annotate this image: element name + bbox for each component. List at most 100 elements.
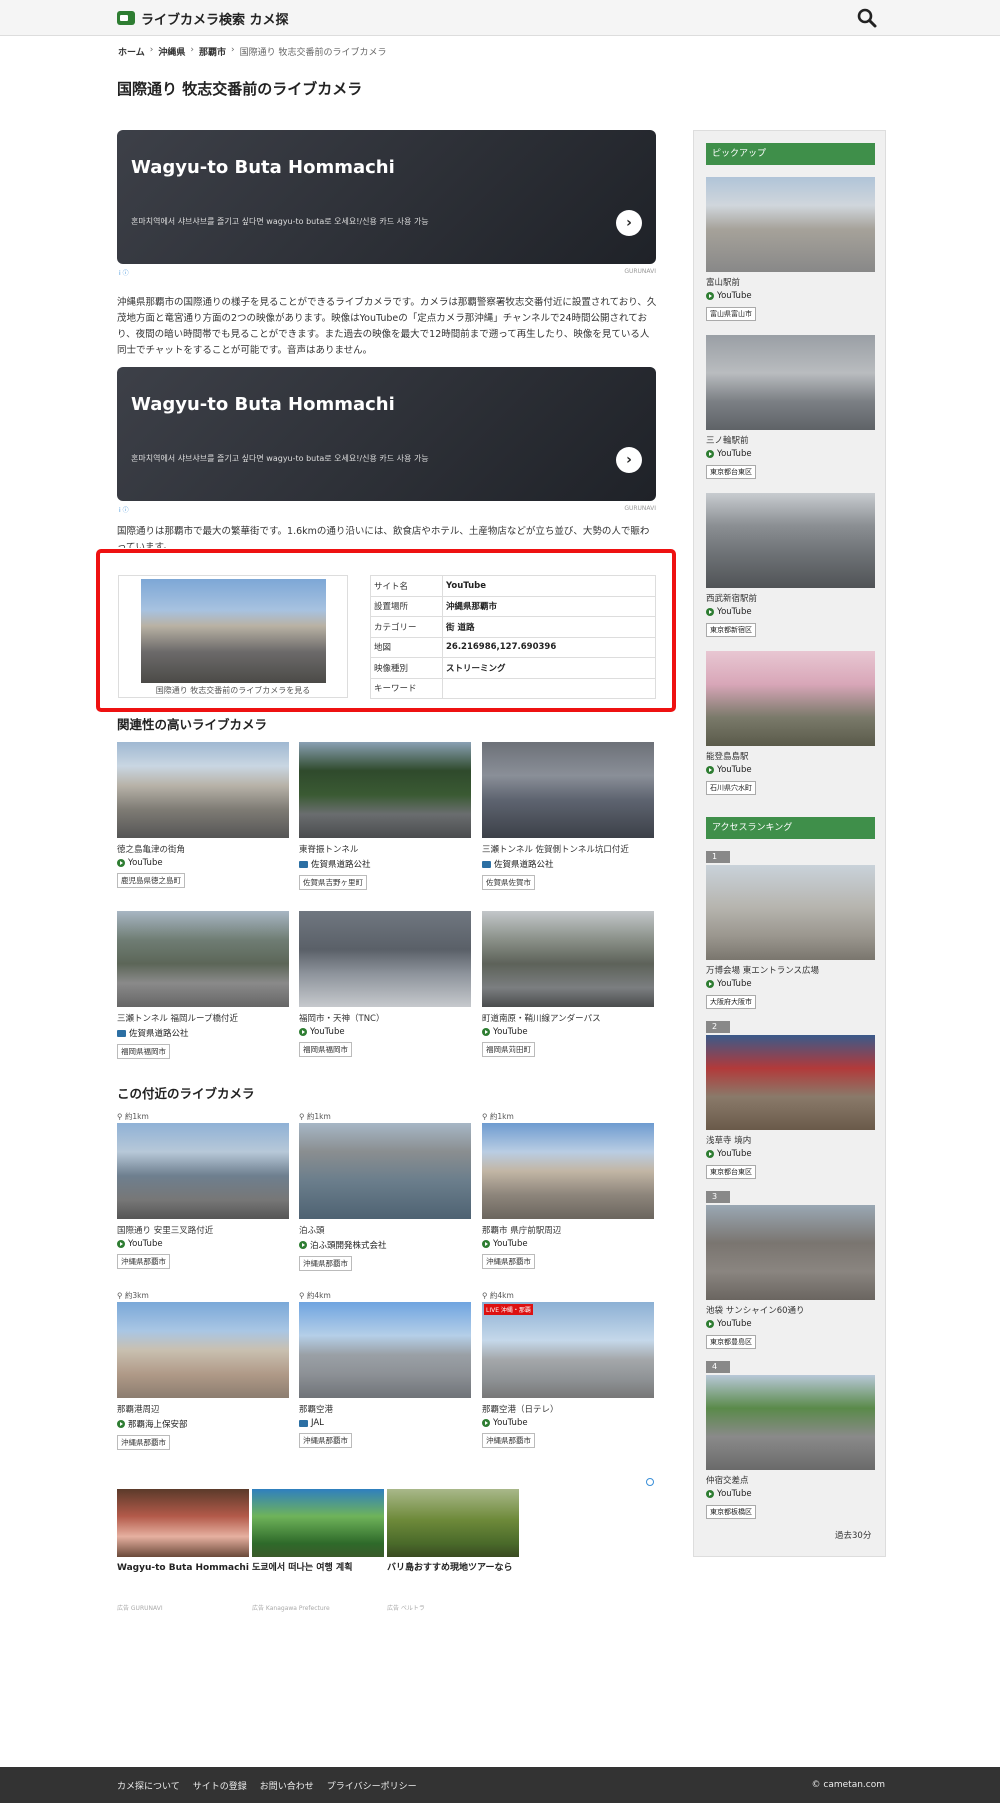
sidebar-camera-card[interactable]: 三ノ輪駅前 YouTube 東京都台東区 bbox=[706, 335, 875, 479]
location-tag[interactable]: 東京都台東区 bbox=[706, 1165, 756, 1179]
camera-thumbnail-link[interactable]: 国際通り 牧志交番前のライブカメラを見る bbox=[118, 575, 348, 698]
sidebar-camera-card[interactable]: 2 浅草寺 境内 YouTube 東京都台東区 bbox=[706, 1021, 875, 1179]
camera-name[interactable]: 池袋 サンシャイン60通り bbox=[706, 1304, 875, 1316]
search-icon[interactable] bbox=[856, 7, 878, 29]
breadcrumb-prefecture[interactable]: 沖縄県 bbox=[158, 45, 185, 58]
location-tag[interactable]: 沖縄県那覇市 bbox=[482, 1433, 535, 1448]
sidebar-camera-card[interactable]: 能登島島駅 YouTube 石川県穴水町 bbox=[706, 651, 875, 795]
recommendation-image[interactable] bbox=[117, 1489, 249, 1557]
location-tag[interactable]: 石川県穴水町 bbox=[706, 781, 756, 795]
ad-banner[interactable]: Wagyu-to Buta Hommachi 혼마치역에서 샤브샤브를 즐기고 … bbox=[117, 367, 656, 501]
camera-card[interactable]: 福岡市・天神（TNC） YouTube 福岡県福岡市 bbox=[299, 911, 471, 1057]
location-tag[interactable]: 東京都新宿区 bbox=[706, 623, 756, 637]
camera-card[interactable]: ⚲ 約4km LIVE 沖縄・那覇 那覇空港（日テレ） YouTube 沖縄県那覇市 bbox=[482, 1290, 654, 1448]
camera-name[interactable]: 那覇空港 bbox=[299, 1403, 471, 1415]
footer-link[interactable]: プライバシーポリシー bbox=[327, 1779, 417, 1792]
camera-card[interactable]: ⚲ 約3km 那覇港周辺 那覇海上保安部 沖縄県那覇市 bbox=[117, 1290, 289, 1450]
camera-name[interactable]: 三瀬トンネル 福岡ループ橋付近 bbox=[117, 1012, 289, 1024]
camera-card[interactable]: ⚲ 約1km 泊ふ頭 泊ふ頭開発株式会社 沖縄県那覇市 bbox=[299, 1111, 471, 1271]
ad-info-icon[interactable]: i ⓘ bbox=[119, 505, 129, 514]
sidebar-camera-card[interactable]: 4 仲宿交差点 YouTube 東京都板橋区 bbox=[706, 1361, 875, 1519]
location-tag[interactable]: 福岡県苅田町 bbox=[482, 1042, 535, 1057]
recommendation-image[interactable] bbox=[252, 1489, 384, 1557]
breadcrumb-home[interactable]: ホーム bbox=[118, 45, 145, 58]
camera-card[interactable]: 町道南原・鞘川線アンダーパス YouTube 福岡県苅田町 bbox=[482, 911, 654, 1057]
location-tag[interactable]: 東京都台東区 bbox=[706, 465, 756, 479]
recommendation-card[interactable]: Wagyu-to Buta Hommachi 広告 GURUNAVI bbox=[117, 1489, 249, 1612]
arrow-right-icon[interactable]: › bbox=[616, 210, 642, 236]
camera-card[interactable]: ⚲ 約1km 国際通り 安里三叉路付近 YouTube 沖縄県那覇市 bbox=[117, 1111, 289, 1269]
sidebar-camera-card[interactable]: 3 池袋 サンシャイン60通り YouTube 東京都豊島区 bbox=[706, 1191, 875, 1349]
arrow-right-icon[interactable]: › bbox=[616, 447, 642, 473]
camera-name[interactable]: 万博会場 東エントランス広場 bbox=[706, 964, 875, 976]
camera-thumbnail[interactable] bbox=[482, 742, 654, 838]
location-tag[interactable]: 沖縄県那覇市 bbox=[117, 1435, 170, 1450]
camera-thumbnail[interactable] bbox=[117, 742, 289, 838]
camera-thumbnail[interactable] bbox=[482, 911, 654, 1007]
camera-name[interactable]: 福岡市・天神（TNC） bbox=[299, 1012, 471, 1024]
recommendation-image[interactable] bbox=[387, 1489, 519, 1557]
location-tag[interactable]: 大阪府大阪市 bbox=[706, 995, 756, 1009]
camera-name[interactable]: 能登島島駅 bbox=[706, 750, 875, 762]
location-tag[interactable]: 鹿児島県徳之島町 bbox=[117, 873, 185, 888]
camera-thumbnail[interactable] bbox=[299, 1302, 471, 1398]
camera-thumbnail[interactable] bbox=[482, 1123, 654, 1219]
recommendation-title[interactable]: 도쿄에서 떠나는 여행 계획 bbox=[252, 1562, 384, 1574]
recommendation-title[interactable]: Wagyu-to Buta Hommachi bbox=[117, 1562, 249, 1574]
sidebar-camera-card[interactable]: 1 万博会場 東エントランス広場 YouTube 大阪府大阪市 bbox=[706, 851, 875, 1009]
camera-name[interactable]: 那覇市 県庁前駅周辺 bbox=[482, 1224, 654, 1236]
location-tag[interactable]: 福岡県福岡市 bbox=[299, 1042, 352, 1057]
location-tag[interactable]: 沖縄県那覇市 bbox=[299, 1433, 352, 1448]
camera-name[interactable]: 町道南原・鞘川線アンダーパス bbox=[482, 1012, 654, 1024]
camera-thumbnail[interactable] bbox=[706, 493, 875, 588]
location-tag[interactable]: 沖縄県那覇市 bbox=[482, 1254, 535, 1269]
sidebar-camera-card[interactable]: 西武新宿駅前 YouTube 東京都新宿区 bbox=[706, 493, 875, 637]
camera-card[interactable]: 三瀬トンネル 福岡ループ橋付近 佐賀県道路公社 福岡県福岡市 bbox=[117, 911, 289, 1059]
camera-thumbnail[interactable] bbox=[706, 335, 875, 430]
location-tag[interactable]: 佐賀県吉野ヶ里町 bbox=[299, 875, 367, 890]
camera-name[interactable]: 富山駅前 bbox=[706, 276, 875, 288]
camera-name[interactable]: 仲宿交差点 bbox=[706, 1474, 875, 1486]
camera-thumbnail[interactable] bbox=[141, 579, 326, 683]
footer-link[interactable]: カメ探について bbox=[117, 1779, 180, 1792]
breadcrumb-city[interactable]: 那覇市 bbox=[199, 45, 226, 58]
camera-card[interactable]: ⚲ 約4km 那覇空港 JAL 沖縄県那覇市 bbox=[299, 1290, 471, 1448]
camera-card[interactable]: 三瀬トンネル 佐賀側トンネル坑口付近 佐賀県道路公社 佐賀県佐賀市 bbox=[482, 742, 654, 890]
camera-thumbnail[interactable] bbox=[299, 1123, 471, 1219]
camera-thumbnail[interactable] bbox=[706, 1375, 875, 1470]
location-tag[interactable]: 福岡県福岡市 bbox=[117, 1044, 170, 1059]
site-logo[interactable]: ライブカメラ検索 カメ探 bbox=[117, 8, 289, 28]
camera-thumbnail[interactable] bbox=[299, 911, 471, 1007]
camera-name[interactable]: 東脊振トンネル bbox=[299, 843, 471, 855]
camera-thumbnail[interactable] bbox=[706, 1035, 875, 1130]
camera-thumbnail[interactable] bbox=[299, 742, 471, 838]
footer-link[interactable]: サイトの登録 bbox=[193, 1779, 247, 1792]
info-value[interactable]: 街 道路 bbox=[442, 616, 656, 638]
ad-banner[interactable]: Wagyu-to Buta Hommachi 혼마치역에서 샤브샤브를 즐기고 … bbox=[117, 130, 656, 264]
recommendation-title[interactable]: バリ島おすすめ現地ツアーなら bbox=[387, 1562, 519, 1574]
camera-name[interactable]: 三瀬トンネル 佐賀側トンネル坑口付近 bbox=[482, 843, 654, 855]
location-tag[interactable]: 沖縄県那覇市 bbox=[299, 1256, 352, 1271]
camera-name[interactable]: 那覇港周辺 bbox=[117, 1403, 289, 1415]
recommendation-card[interactable]: バリ島おすすめ現地ツアーなら 広告 ベルトラ bbox=[387, 1489, 519, 1612]
location-tag[interactable]: 東京都板橋区 bbox=[706, 1505, 756, 1519]
info-value[interactable]: 沖縄県那覇市 bbox=[442, 595, 656, 617]
info-value[interactable]: 26.216986,127.690396 bbox=[442, 636, 656, 658]
ad-info-icon[interactable] bbox=[646, 1478, 654, 1486]
sidebar-camera-card[interactable]: 富山駅前 YouTube 富山県富山市 bbox=[706, 177, 875, 321]
camera-thumbnail[interactable] bbox=[706, 177, 875, 272]
location-tag[interactable]: 富山県富山市 bbox=[706, 307, 756, 321]
camera-thumbnail[interactable] bbox=[117, 911, 289, 1007]
camera-thumbnail[interactable] bbox=[117, 1123, 289, 1219]
location-tag[interactable]: 東京都豊島区 bbox=[706, 1335, 756, 1349]
camera-thumbnail[interactable] bbox=[706, 651, 875, 746]
camera-thumbnail-caption[interactable]: 国際通り 牧志交番前のライブカメラを見る bbox=[119, 685, 347, 696]
camera-thumbnail[interactable] bbox=[706, 1205, 875, 1300]
camera-thumbnail[interactable] bbox=[117, 1302, 289, 1398]
info-value[interactable]: YouTube bbox=[442, 575, 656, 597]
camera-card[interactable]: 東脊振トンネル 佐賀県道路公社 佐賀県吉野ヶ里町 bbox=[299, 742, 471, 890]
camera-thumbnail[interactable] bbox=[706, 865, 875, 960]
recommendation-card[interactable]: 도쿄에서 떠나는 여행 계획 広告 Kanagawa Prefecture bbox=[252, 1489, 384, 1612]
camera-name[interactable]: 那覇空港（日テレ） bbox=[482, 1403, 654, 1415]
camera-name[interactable]: 西武新宿駅前 bbox=[706, 592, 875, 604]
